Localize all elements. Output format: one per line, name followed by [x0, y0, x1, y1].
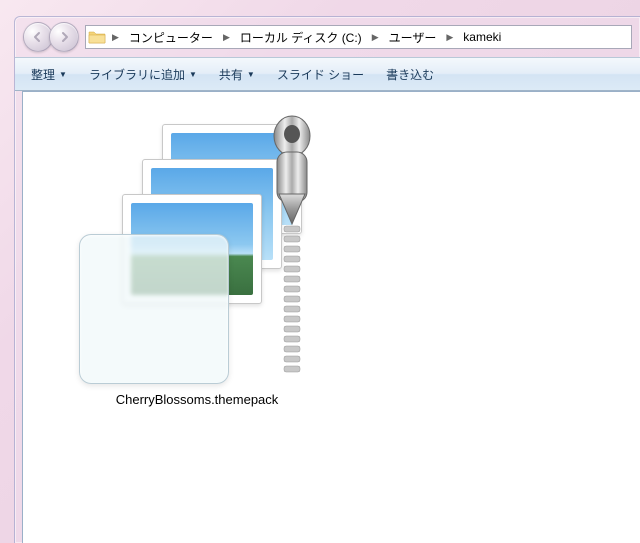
nav-buttons — [23, 22, 79, 52]
add-to-library-label: ライブラリに追加 — [89, 66, 185, 83]
chevron-down-icon: ▼ — [247, 70, 255, 79]
slideshow-label: スライド ショー — [277, 66, 364, 83]
breadcrumb-user[interactable]: kameki — [459, 28, 505, 46]
forward-arrow-icon — [58, 31, 70, 43]
content-pane[interactable]: CherryBlossoms.themepack — [22, 91, 640, 543]
chevron-right-icon: ▶ — [221, 32, 232, 43]
breadcrumb-drive-c[interactable]: ローカル ディスク (C:) — [236, 27, 366, 48]
file-name-label: CherryBlossoms.themepack — [116, 392, 279, 407]
slideshow-button[interactable]: スライド ショー — [267, 62, 374, 87]
chevron-down-icon: ▼ — [189, 70, 197, 79]
file-item[interactable]: CherryBlossoms.themepack — [47, 116, 347, 415]
folder-icon — [88, 29, 106, 45]
breadcrumb-users[interactable]: ユーザー — [385, 27, 441, 48]
toolbar: 整理 ▼ ライブラリに追加 ▼ 共有 ▼ スライド ショー 書き込む — [15, 57, 640, 91]
chevron-right-icon: ▶ — [370, 32, 381, 43]
titlebar: ▶ コンピューター ▶ ローカル ディスク (C:) ▶ ユーザー ▶ kame… — [15, 17, 640, 57]
share-label: 共有 — [219, 66, 243, 83]
themepack-icon — [57, 124, 337, 384]
explorer-window: ▶ コンピューター ▶ ローカル ディスク (C:) ▶ ユーザー ▶ kame… — [14, 16, 640, 543]
organize-label: 整理 — [31, 66, 55, 83]
chevron-right-icon: ▶ — [110, 32, 121, 43]
back-arrow-icon — [32, 31, 44, 43]
chevron-down-icon: ▼ — [59, 70, 67, 79]
address-bar[interactable]: ▶ コンピューター ▶ ローカル ディスク (C:) ▶ ユーザー ▶ kame… — [85, 25, 632, 49]
zipper-icon — [257, 114, 327, 394]
forward-button[interactable] — [49, 22, 79, 52]
add-to-library-menu[interactable]: ライブラリに追加 ▼ — [79, 62, 207, 87]
breadcrumb-computer[interactable]: コンピューター — [125, 27, 217, 48]
chevron-right-icon: ▶ — [444, 32, 455, 43]
burn-label: 書き込む — [386, 66, 434, 83]
burn-button[interactable]: 書き込む — [376, 62, 444, 87]
organize-menu[interactable]: 整理 ▼ — [21, 62, 77, 87]
share-menu[interactable]: 共有 ▼ — [209, 62, 265, 87]
